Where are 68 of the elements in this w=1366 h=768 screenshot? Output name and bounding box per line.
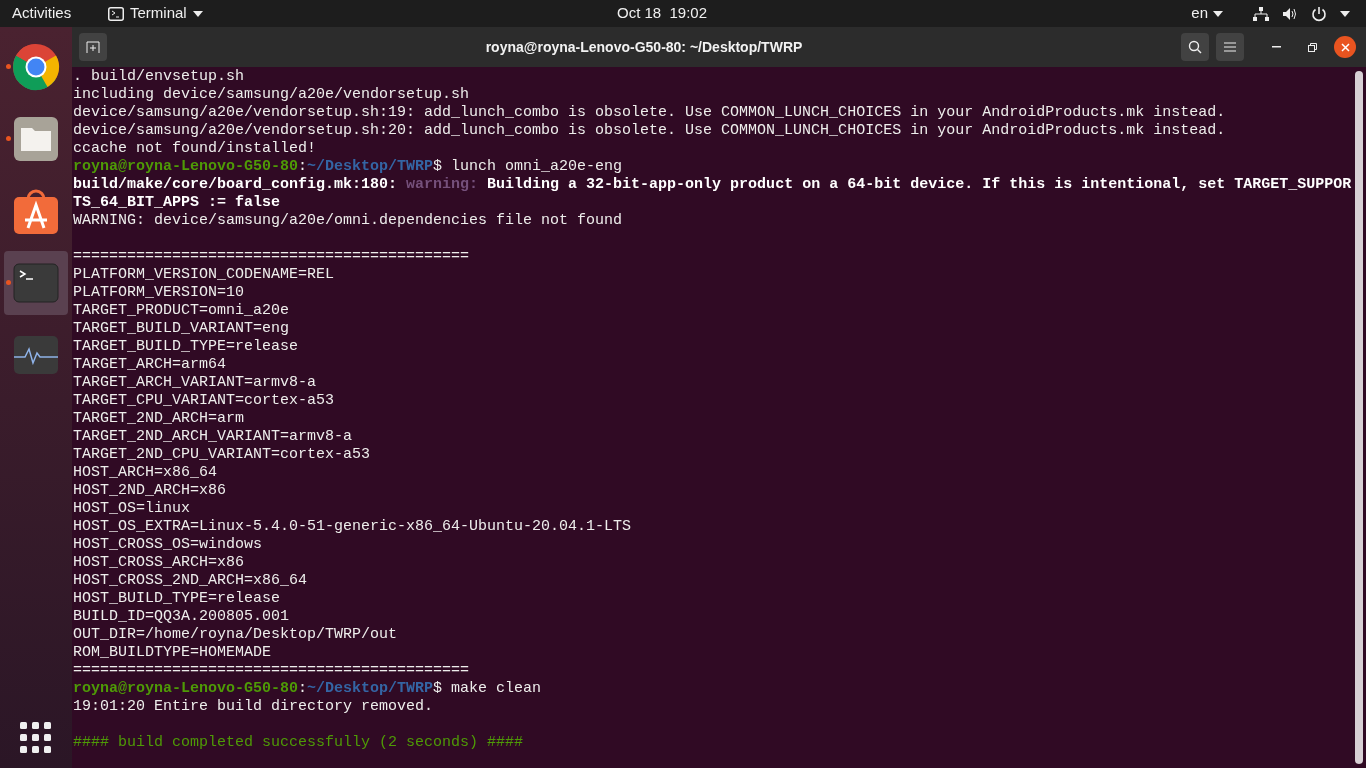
terminal-line: PLATFORM_VERSION=10 bbox=[73, 284, 246, 302]
terminal-line: TARGET_BUILD_TYPE=release bbox=[73, 338, 300, 356]
terminal-line: TARGET_CPU_VARIANT=cortex-a53 bbox=[73, 392, 336, 410]
terminal-line: 19:01:20 Entire build directory removed. bbox=[73, 698, 435, 716]
terminal-line: HOST_CROSS_ARCH=x86 bbox=[73, 554, 246, 572]
clock[interactable]: Oct 18 19:02 bbox=[616, 2, 708, 25]
terminal-line: TARGET_BUILD_VARIANT=eng bbox=[73, 320, 291, 338]
scrollbar[interactable] bbox=[1355, 71, 1363, 764]
power-icon[interactable] bbox=[1311, 5, 1327, 22]
search-button[interactable] bbox=[1181, 33, 1209, 61]
folder-icon bbox=[13, 116, 59, 162]
terminal-line: HOST_ARCH=x86_64 bbox=[73, 464, 219, 482]
activity-graph-icon bbox=[13, 335, 59, 375]
terminal-line: HOST_OS_EXTRA=Linux-5.4.0-51-generic-x86_64-Ubuntu-20.04.1-LTS bbox=[73, 518, 633, 536]
terminal-icon bbox=[13, 263, 59, 303]
terminal-line: ccache not found/installed! bbox=[73, 140, 318, 158]
terminal-line: HOST_CROSS_OS=windows bbox=[73, 536, 264, 554]
running-indicator bbox=[6, 280, 11, 285]
terminal-line: BUILD_ID=QQ3A.200805.001 bbox=[73, 608, 291, 626]
close-button[interactable] bbox=[1334, 36, 1356, 58]
terminal-line: HOST_BUILD_TYPE=release bbox=[73, 590, 282, 608]
caret-icon bbox=[192, 10, 203, 17]
terminal-line: OUT_DIR=/home/royna/Desktop/TWRP/out bbox=[73, 626, 399, 644]
terminal-line: . build/envsetup.sh bbox=[73, 68, 246, 86]
activities-button[interactable]: Activities bbox=[12, 2, 100, 25]
terminal-line: royna@royna-Lenovo-G50-80:~/Desktop/TWRP$ lunch omni_a20e-eng bbox=[73, 158, 624, 176]
terminal-line: TARGET_PRODUCT=omni_a20e bbox=[73, 302, 291, 320]
terminal-line: HOST_CROSS_2ND_ARCH=x86_64 bbox=[73, 572, 309, 590]
terminal-line: TARGET_2ND_ARCH_VARIANT=armv8-a bbox=[73, 428, 354, 446]
network-icon[interactable] bbox=[1253, 6, 1269, 21]
volume-icon[interactable] bbox=[1282, 6, 1298, 21]
caret-icon bbox=[1213, 10, 1223, 17]
minimize-icon bbox=[1271, 46, 1281, 48]
terminal-line: #### build completed successfully (2 seconds) #### bbox=[73, 734, 525, 752]
language-menu[interactable]: en bbox=[1191, 2, 1223, 25]
restore-icon bbox=[1307, 42, 1317, 52]
terminal-line: WARNING: device/samsung/a20e/omni.dependencies file not found bbox=[73, 212, 624, 230]
close-icon bbox=[1340, 42, 1350, 52]
window-title: royna@royna-Lenovo-G50-80: ~/Desktop/TWRP bbox=[485, 37, 803, 57]
running-indicator bbox=[6, 136, 11, 141]
terminal-line: TARGET_ARCH=arm64 bbox=[73, 356, 228, 374]
terminal-line: build/make/core/board_config.mk:180: warning: Building a 32-bit-app-only product on a 64-bit device. If this is intentional, set TARGET_SUPPOR bbox=[73, 176, 1353, 194]
terminal-line: PLATFORM_VERSION_CODENAME=REL bbox=[73, 266, 336, 284]
terminal-line: TARGET_2ND_CPU_VARIANT=cortex-a53 bbox=[73, 446, 372, 464]
shopping-bag-icon bbox=[13, 187, 59, 235]
new-tab-icon bbox=[86, 41, 100, 53]
browser-icon bbox=[12, 43, 60, 91]
terminal-line: device/samsung/a20e/vendorsetup.sh:20: add_lunch_combo is obsolete. Use COMMON_LUNCH_CHOICES in your AndroidProducts.mk instead. bbox=[73, 122, 1227, 140]
new-tab-button[interactable] bbox=[79, 33, 107, 61]
caret-icon[interactable] bbox=[1340, 10, 1350, 17]
menu-icon bbox=[1224, 42, 1236, 52]
terminal-line: TS_64_BIT_APPS := false bbox=[73, 194, 282, 212]
terminal-line: ============================================ bbox=[73, 662, 471, 680]
menu-button[interactable] bbox=[1216, 33, 1244, 61]
terminal-line: including device/samsung/a20e/vendorsetup.sh bbox=[73, 86, 471, 104]
terminal-line: TARGET_2ND_ARCH=arm bbox=[73, 410, 246, 428]
search-icon bbox=[1188, 40, 1202, 54]
running-indicator bbox=[6, 64, 11, 69]
terminal-line: royna@royna-Lenovo-G50-80:~/Desktop/TWRP$ make clean bbox=[73, 680, 543, 698]
terminal-line: HOST_2ND_ARCH=x86 bbox=[73, 482, 228, 500]
terminal-line: ROM_BUILDTYPE=HOMEMADE bbox=[73, 644, 273, 662]
app-menu[interactable]: Terminal bbox=[108, 2, 203, 25]
terminal-line: HOST_OS=linux bbox=[73, 500, 192, 518]
terminal-icon bbox=[108, 6, 124, 21]
app-grid-icon[interactable] bbox=[20, 722, 52, 754]
terminal-line: TARGET_ARCH_VARIANT=armv8-a bbox=[73, 374, 318, 392]
terminal-line: device/samsung/a20e/vendorsetup.sh:19: add_lunch_combo is obsolete. Use COMMON_LUNCH_CHOICES in your AndroidProducts.mk instead. bbox=[73, 104, 1227, 122]
terminal-line: ============================================ bbox=[73, 248, 471, 266]
